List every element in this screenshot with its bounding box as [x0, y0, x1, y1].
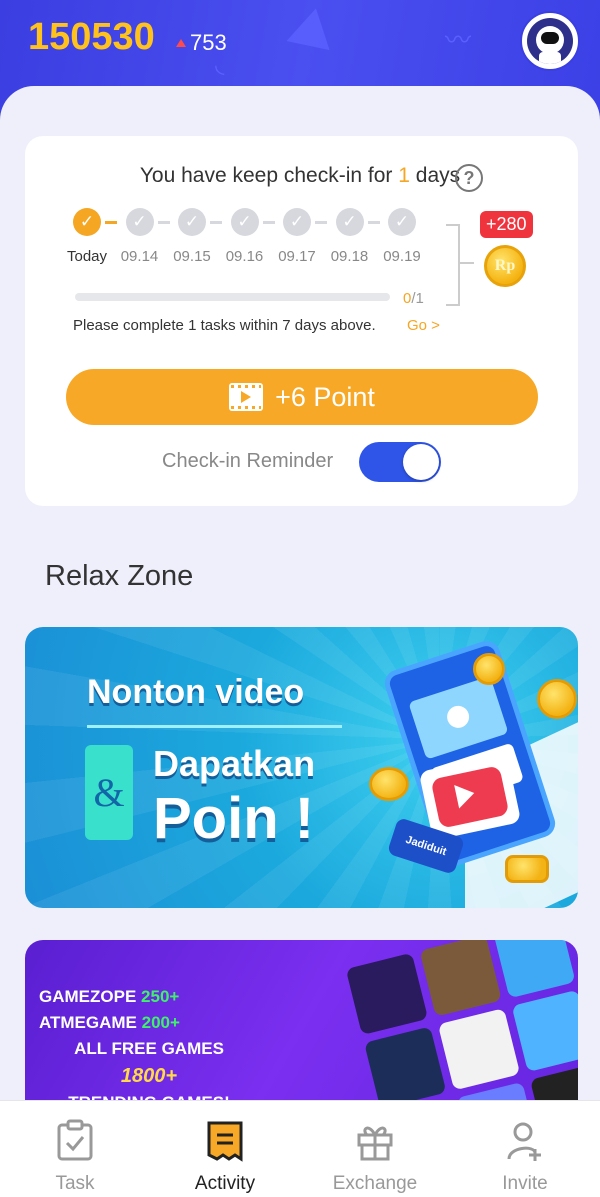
- checkin-day: ✓ Today: [61, 208, 113, 265]
- decor-squiggle: 〰: [445, 26, 472, 56]
- checkin-day-label: 09.16: [225, 248, 264, 265]
- task-progress-bar: [75, 293, 390, 301]
- coin-icon: [473, 653, 505, 685]
- points-delta-value: 753: [190, 30, 227, 55]
- nav-item-invite[interactable]: Invite: [450, 1101, 600, 1197]
- go-link[interactable]: Go >: [407, 317, 440, 334]
- game-thumbnail: [345, 952, 429, 1036]
- astronaut-icon: [527, 18, 573, 64]
- nav-label: Task: [55, 1173, 95, 1194]
- toggle-knob: [403, 444, 439, 480]
- watch-video-banner[interactable]: Nonton video & Dapatkan Poin ! Jadiduit: [25, 627, 578, 908]
- banner1-poin: Poin !: [153, 786, 315, 851]
- coin-icon: [537, 679, 577, 719]
- help-icon[interactable]: ?: [455, 164, 483, 192]
- checkin-day: ✓ 09.15: [166, 208, 218, 265]
- games-banner[interactable]: GAMEZOPE 250+ ATMEGAME 200+ ALL FREE GAM…: [25, 940, 578, 1110]
- check-icon: ✓: [178, 208, 206, 236]
- coin-icon: [505, 855, 549, 883]
- check-icon: ✓: [283, 208, 311, 236]
- checkin-day: ✓ 09.17: [271, 208, 323, 265]
- nav-item-task[interactable]: Task: [0, 1101, 150, 1197]
- checkin-day-label: 09.14: [120, 248, 159, 265]
- get-points-button[interactable]: +6 Point: [66, 369, 538, 425]
- coin-icon: Rp: [484, 245, 526, 287]
- game-thumbnails: [324, 940, 578, 1110]
- banner1-headline: Nonton video: [87, 673, 305, 711]
- nav-label: Activity: [194, 1173, 256, 1194]
- check-icon: ✓: [125, 208, 154, 236]
- avatar[interactable]: [522, 13, 578, 69]
- bottom-nav: Task Activity Exchange Invite: [0, 1100, 600, 1197]
- checkin-day: ✓ 09.14: [114, 208, 166, 265]
- check-icon: ✓: [73, 208, 101, 236]
- game-thumbnail: [364, 1026, 447, 1109]
- reminder-toggle[interactable]: [359, 442, 441, 482]
- nav-label: Exchange: [332, 1173, 418, 1194]
- gift-icon: [357, 1126, 393, 1161]
- checkin-title: You have keep check-in for 1 days: [139, 164, 461, 187]
- decor-triangle: [286, 3, 338, 51]
- checkin-day-track: ✓ Today ✓ 09.14 ✓ 09.15 ✓ 09.16 ✓ 09.17 ✓ 09.18 ✓ 09.…: [67, 208, 453, 268]
- nav-label: Invite: [502, 1173, 548, 1194]
- banner1-ampersand: &: [85, 745, 133, 840]
- checkin-day-label: 09.17: [278, 248, 316, 265]
- games-banner-text: GAMEZOPE 250+ ATMEGAME 200+ ALL FREE GAM…: [39, 987, 230, 1110]
- game-thumbnail: [419, 940, 502, 1017]
- video-icon: [229, 383, 264, 411]
- game-thumbnail: [511, 989, 578, 1073]
- nav-item-activity[interactable]: Activity: [150, 1101, 300, 1197]
- checkin-days-count: 1: [398, 164, 410, 187]
- checkin-day-label: 09.19: [383, 248, 421, 265]
- coin-icon: [369, 767, 409, 801]
- checkin-day: ✓ 09.18: [324, 208, 376, 265]
- relax-zone-title: Relax Zone: [45, 560, 194, 592]
- checkin-day: ✓ 09.16: [219, 208, 271, 265]
- checkin-day-label: 09.18: [330, 248, 369, 265]
- points-delta: 753: [176, 30, 227, 56]
- banner1-subline: Dapatkan: [153, 743, 316, 784]
- nav-item-exchange[interactable]: Exchange: [300, 1101, 450, 1197]
- get-points-label: +6 Point: [275, 381, 375, 412]
- check-icon: ✓: [388, 208, 416, 236]
- task-hint: Please complete 1 tasks within 7 days ab…: [73, 317, 376, 334]
- reminder-label: Check-in Reminder: [162, 450, 334, 472]
- checkin-day-label: Today: [66, 248, 108, 265]
- clipboard-check-icon: [57, 1119, 93, 1161]
- reward-bracket-tick: [458, 262, 474, 264]
- check-icon: ✓: [335, 208, 364, 236]
- up-arrow-icon: [176, 39, 186, 47]
- check-icon: ✓: [230, 208, 259, 236]
- add-user-icon: [507, 1122, 541, 1161]
- game-thumbnail: [437, 1008, 521, 1091]
- reward-bracket: [446, 224, 460, 306]
- game-thumbnail: [493, 940, 576, 999]
- checkin-day: ✓ 09.19: [376, 208, 428, 265]
- points-balance: 150530: [28, 16, 155, 58]
- receipt-icon: [207, 1121, 243, 1162]
- checkin-day-label: 09.15: [173, 248, 211, 265]
- reward-badge: +280: [480, 211, 533, 238]
- task-progress-count: 0/1: [403, 290, 424, 307]
